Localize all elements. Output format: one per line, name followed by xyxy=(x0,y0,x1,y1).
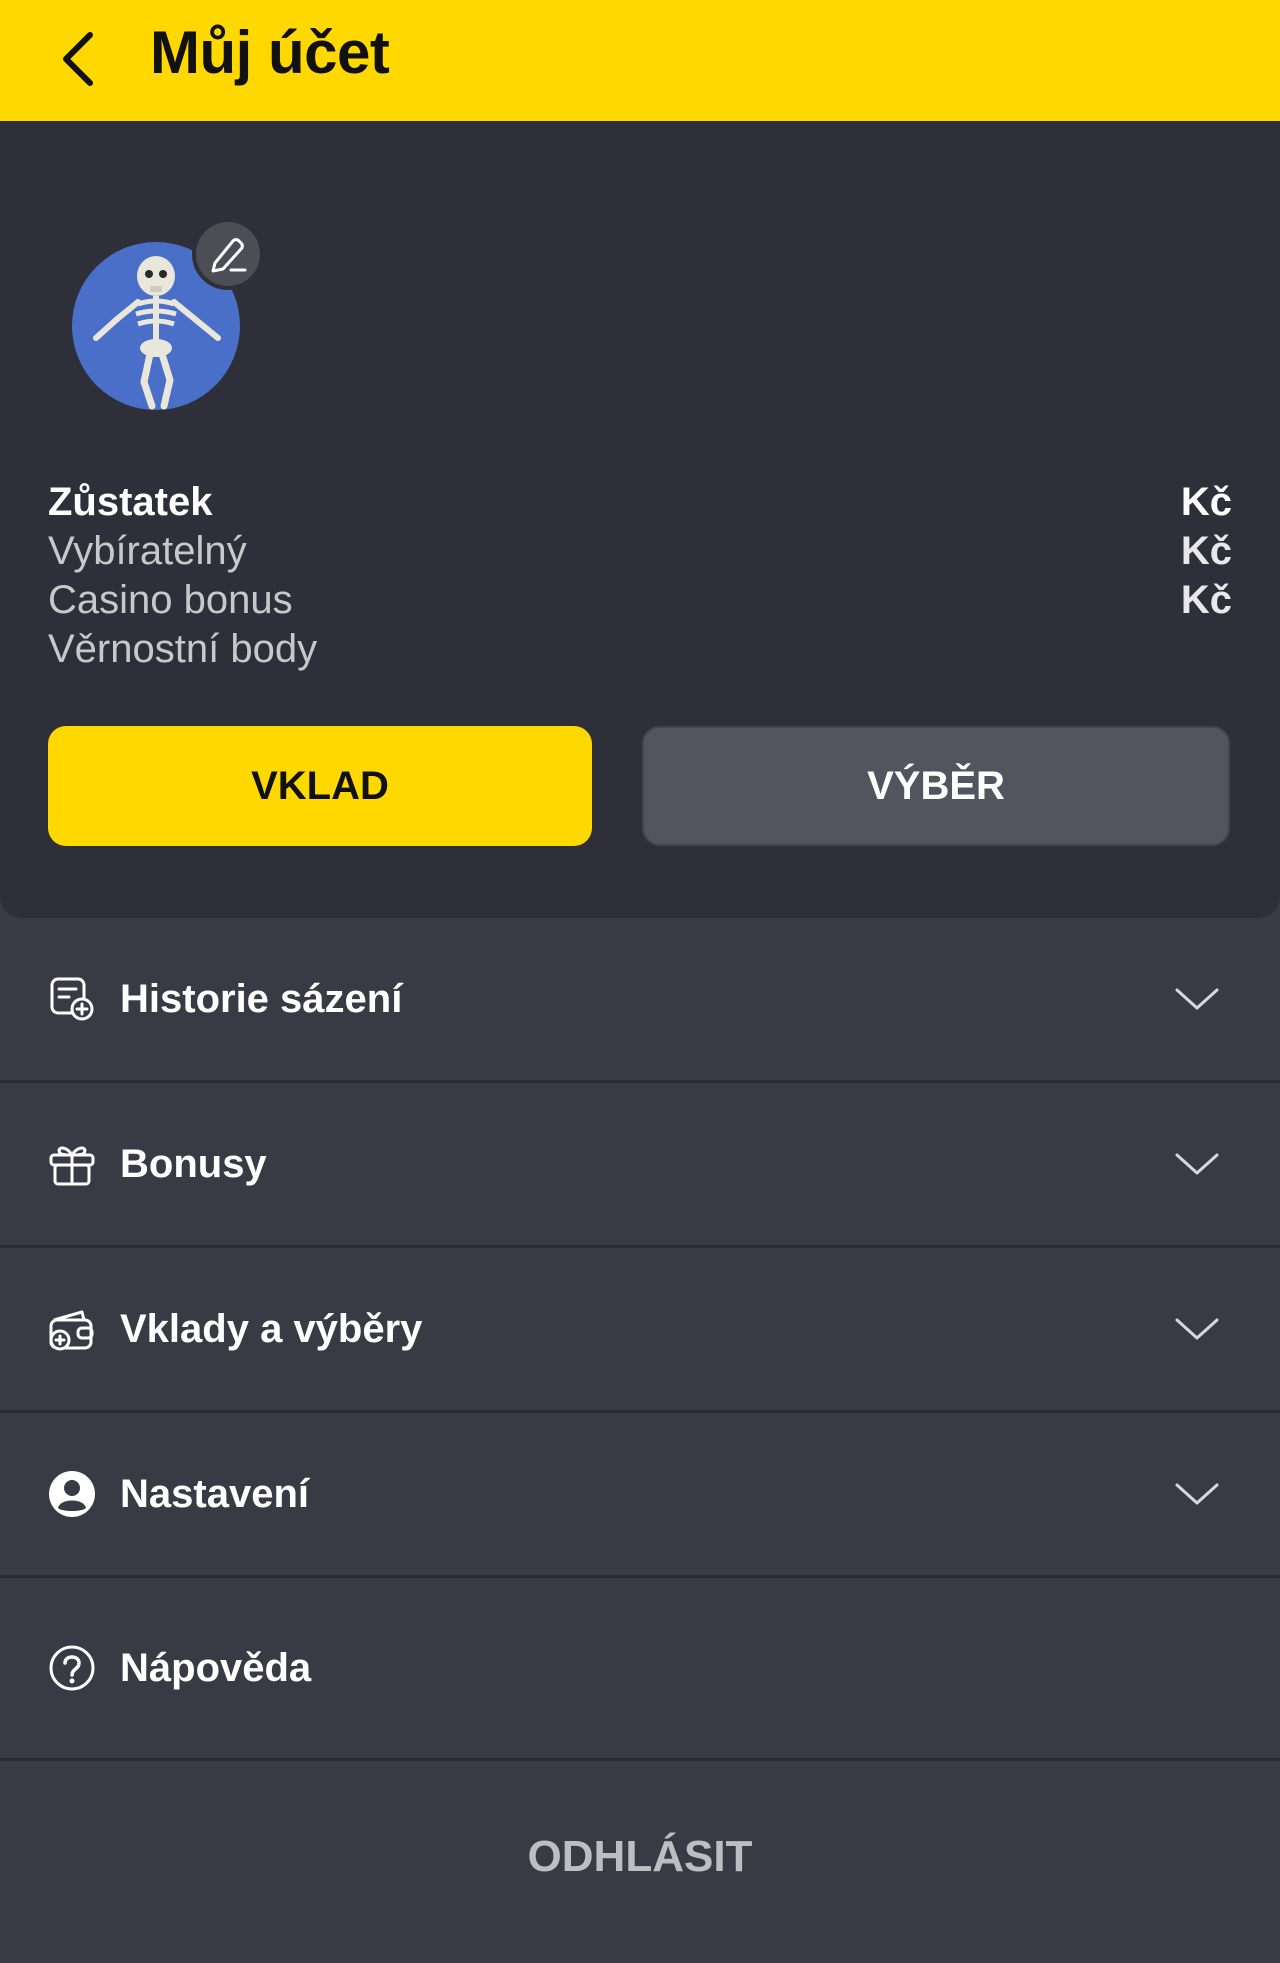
menu-item-bet-history[interactable]: Historie sázení xyxy=(0,918,1280,1083)
menu-item-help[interactable]: Nápověda xyxy=(0,1578,1280,1761)
gift-icon xyxy=(48,1140,96,1188)
balance-value: Kč xyxy=(1180,480,1232,524)
withdraw-button[interactable]: VÝBĚR xyxy=(642,726,1230,846)
balance-value: Kč xyxy=(1180,529,1232,573)
back-button[interactable] xyxy=(48,24,108,94)
menu-item-label: Nápověda xyxy=(120,1645,312,1690)
account-menu: Historie sázení Bonusy Vklady a výběry N… xyxy=(0,918,1280,1761)
chevron-down-icon xyxy=(1174,1471,1220,1517)
menu-item-label: Nastavení xyxy=(120,1471,309,1516)
chevron-left-icon xyxy=(63,32,93,86)
bet-history-icon xyxy=(48,975,96,1023)
menu-item-deposits-withdrawals[interactable]: Vklady a výběry xyxy=(0,1248,1280,1413)
balance-row-loyalty-points: Věrnostní body xyxy=(48,625,1232,674)
menu-item-bonuses[interactable]: Bonusy xyxy=(0,1083,1280,1248)
help-icon xyxy=(48,1644,96,1692)
pencil-icon xyxy=(211,238,247,273)
app-header: Můj účet xyxy=(0,0,1280,121)
menu-item-settings[interactable]: Nastavení xyxy=(0,1413,1280,1578)
balance-value: Kč xyxy=(1180,578,1232,622)
page-title: Můj účet xyxy=(150,19,390,86)
chevron-down-icon xyxy=(1174,976,1220,1022)
edit-avatar-button[interactable] xyxy=(192,218,264,290)
balance-label: Věrnostní body xyxy=(48,627,318,671)
balance-row-casino-bonus: Casino bonus Kč xyxy=(48,576,1232,625)
logout-button[interactable]: ODHLÁSIT xyxy=(0,1772,1280,1942)
balance-row-withdrawable: Vybíratelný Kč xyxy=(48,527,1232,576)
balance-list: Zůstatek Kč Vybíratelný Kč Casino bonus … xyxy=(48,478,1232,674)
deposit-button[interactable]: VKLAD xyxy=(48,726,592,846)
menu-item-label: Historie sázení xyxy=(120,976,403,1021)
balance-label: Zůstatek xyxy=(48,480,213,524)
menu-item-label: Vklady a výběry xyxy=(120,1306,423,1351)
user-icon xyxy=(48,1470,96,1518)
balance-row-total: Zůstatek Kč xyxy=(48,478,1232,527)
chevron-down-icon xyxy=(1174,1306,1220,1352)
menu-item-label: Bonusy xyxy=(120,1141,267,1186)
balance-label: Casino bonus xyxy=(48,578,293,622)
chevron-down-icon xyxy=(1174,1141,1220,1187)
wallet-icon xyxy=(48,1305,96,1353)
balance-label: Vybíratelný xyxy=(48,529,247,573)
